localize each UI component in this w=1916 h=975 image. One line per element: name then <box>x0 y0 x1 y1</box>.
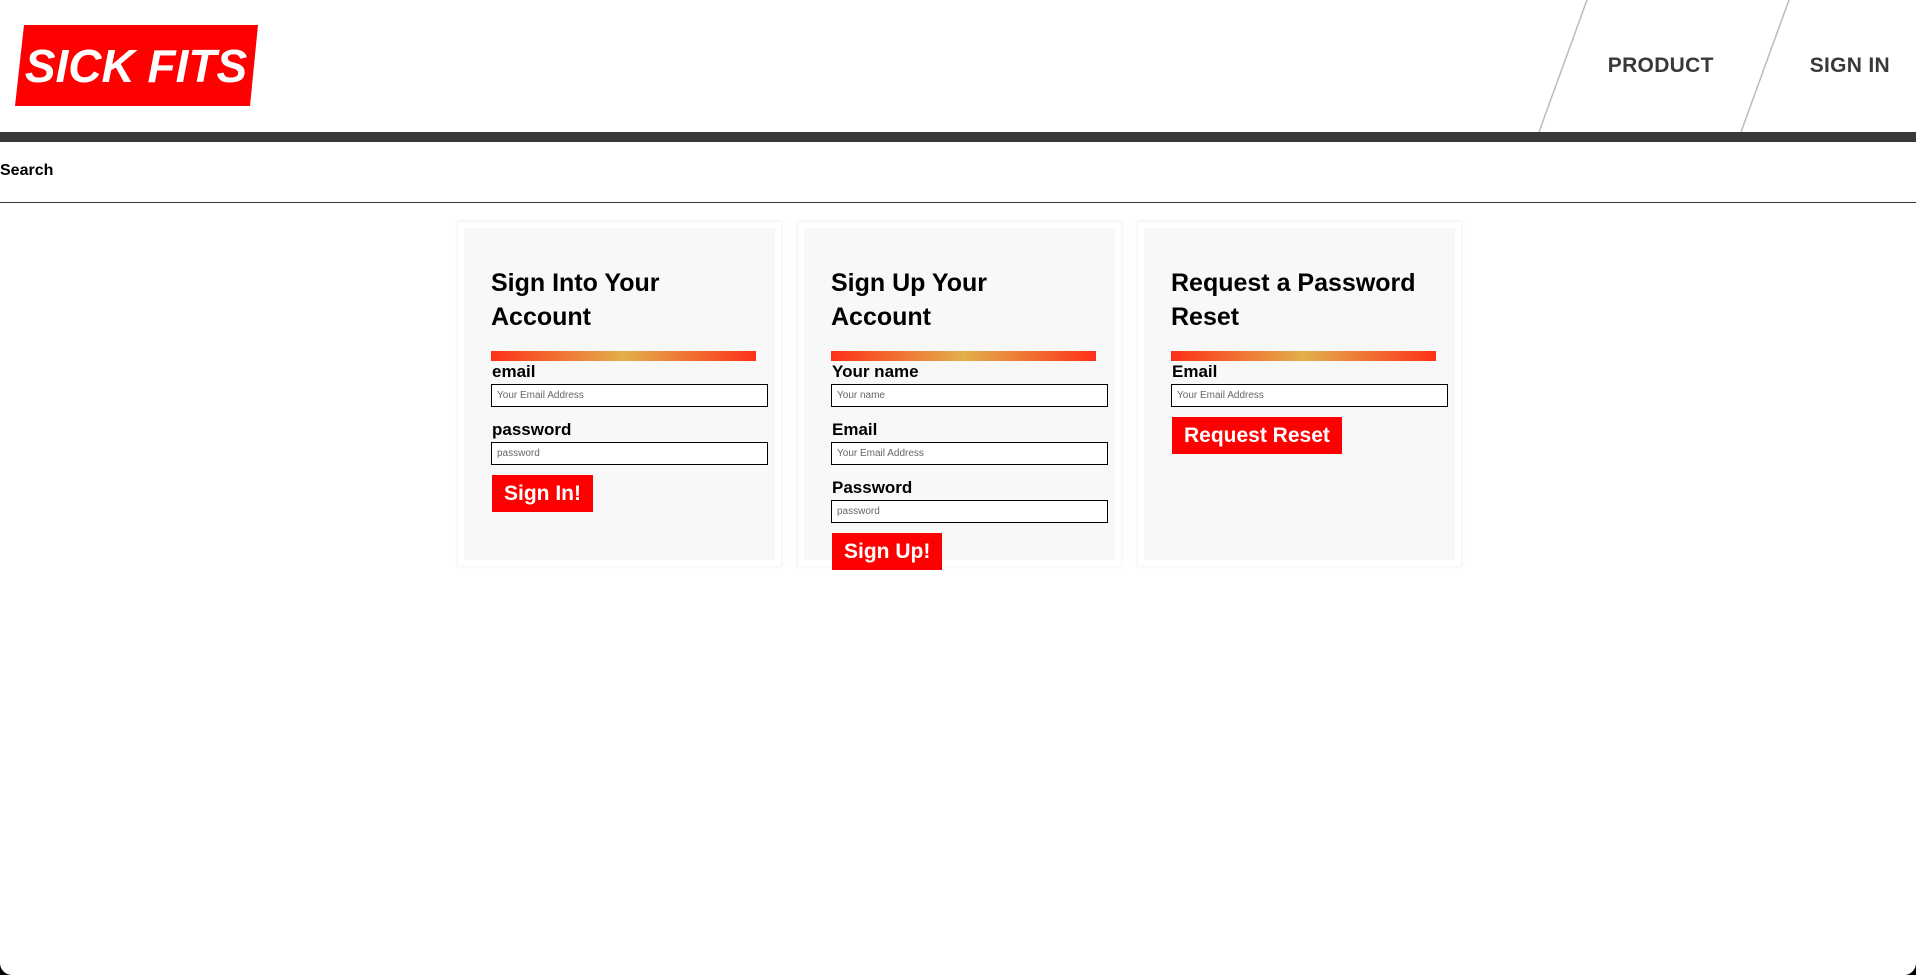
reset-title: Request a Password Reset <box>1171 269 1416 331</box>
divider <box>1740 0 1790 132</box>
signup-form: Sign Up Your Account Your name Email Pas… <box>798 222 1121 570</box>
password-label: Password <box>832 478 913 497</box>
signup-email-input[interactable] <box>831 442 1108 465</box>
nav-product[interactable]: PRODUCT <box>1538 0 1740 132</box>
gradient-bar <box>1171 351 1436 361</box>
search[interactable]: Search <box>0 162 53 180</box>
email-label: Email <box>1172 362 1218 381</box>
logo: SICK FITS <box>15 25 258 106</box>
name-label: Your name <box>832 362 919 381</box>
request-reset-button[interactable]: Request Reset <box>1172 417 1342 454</box>
auth-forms: Sign Into Your Account email password Si… <box>458 222 1461 570</box>
signin-password-input[interactable] <box>491 442 768 465</box>
header: SICK FITS PRODUCT SIGN IN <box>0 0 1916 132</box>
header-bar <box>0 132 1916 142</box>
sign-in-button[interactable]: Sign In! <box>492 475 593 512</box>
nav-sign-in-label: SIGN IN <box>1809 54 1890 77</box>
reset-email-input[interactable] <box>1171 384 1448 407</box>
signup-name-input[interactable] <box>831 384 1108 407</box>
page: SICK FITS PRODUCT SIGN IN Search Sign In… <box>0 0 1916 975</box>
divider <box>1538 0 1588 132</box>
signin-email-input[interactable] <box>491 384 768 407</box>
signin-form: Sign Into Your Account email password Si… <box>458 222 781 566</box>
nav-product-label: PRODUCT <box>1607 54 1714 77</box>
password-label: password <box>492 420 572 439</box>
gradient-bar <box>491 351 756 361</box>
logo-text: SICK FITS <box>25 40 248 92</box>
gradient-bar <box>831 351 1096 361</box>
sign-up-button[interactable]: Sign Up! <box>832 533 943 570</box>
email-label: Email <box>832 420 878 439</box>
logo-link[interactable]: SICK FITS <box>15 25 258 106</box>
nav-sign-in[interactable]: SIGN IN <box>1740 0 1916 132</box>
signup-password-input[interactable] <box>831 500 1108 523</box>
signin-title: Sign Into Your Account <box>491 269 660 331</box>
divider <box>0 202 1916 203</box>
signup-title: Sign Up Your Account <box>831 269 988 331</box>
reset-form: Request a Password Reset Email Request R… <box>1138 222 1461 566</box>
email-label: email <box>492 362 536 381</box>
main-nav: PRODUCT SIGN IN <box>1538 0 1916 132</box>
